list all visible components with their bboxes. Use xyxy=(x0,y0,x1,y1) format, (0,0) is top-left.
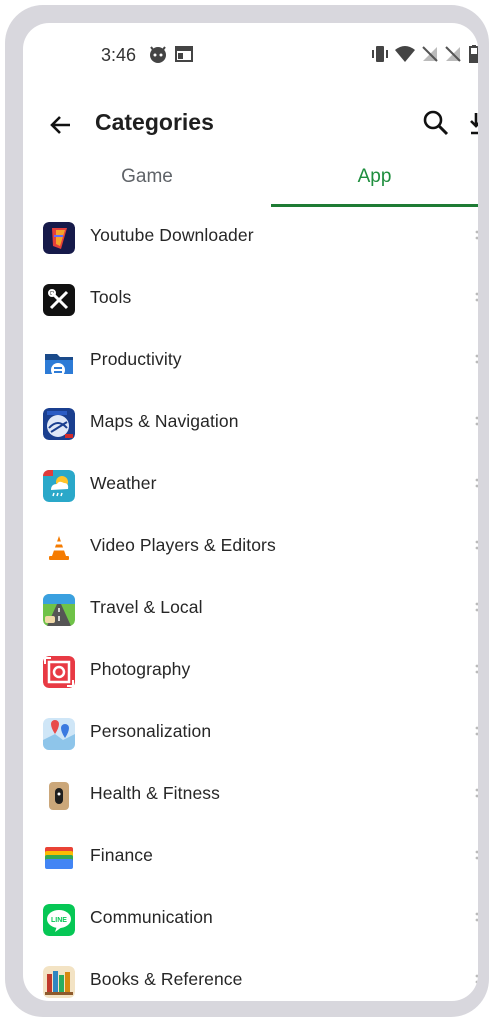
no-signal-icon xyxy=(422,46,438,62)
list-item-label: Video Players & Editors xyxy=(90,535,276,555)
list-item[interactable]: Productivity xyxy=(23,331,478,393)
list-item-label: Finance xyxy=(90,845,153,865)
search-button[interactable] xyxy=(421,107,451,139)
wallet-icon xyxy=(43,842,75,874)
list-item-label: Photography xyxy=(90,659,191,679)
list-item-label: Maps & Navigation xyxy=(90,411,239,431)
list-item[interactable]: Health & Fitness xyxy=(23,765,478,827)
more-icon xyxy=(475,478,478,488)
list-item-label: Weather xyxy=(90,473,157,493)
list-item[interactable]: Tools xyxy=(23,269,478,331)
more-icon xyxy=(475,912,478,922)
more-icon xyxy=(475,354,478,364)
more-icon xyxy=(475,540,478,550)
list-item-label: Youtube Downloader xyxy=(90,225,254,245)
back-button[interactable] xyxy=(43,107,79,143)
list-item[interactable]: LINE Communication xyxy=(23,889,478,951)
list-item-label: Productivity xyxy=(90,349,182,369)
app-bar: Categories xyxy=(23,89,478,165)
android-debug-icon xyxy=(150,46,166,63)
list-item-label: Communication xyxy=(90,907,213,927)
more-icon xyxy=(475,292,478,302)
more-icon xyxy=(475,602,478,612)
category-list: Youtube Downloader Tools Productivity Ma… xyxy=(23,207,478,1001)
download-icon[interactable] xyxy=(469,109,478,139)
list-item[interactable]: Photography xyxy=(23,641,478,703)
battery-icon xyxy=(469,45,478,63)
more-icon xyxy=(475,850,478,860)
list-item-label: Tools xyxy=(90,287,132,307)
vlc-cone-icon xyxy=(43,532,75,564)
europe-map-icon xyxy=(43,408,75,440)
status-time: 3:46 xyxy=(101,45,137,65)
camera-frame-icon xyxy=(43,656,75,688)
list-item[interactable]: Maps & Navigation xyxy=(23,393,478,455)
more-icon xyxy=(475,664,478,674)
list-item[interactable]: Weather xyxy=(23,455,478,517)
bookshelf-icon xyxy=(43,966,75,998)
svg-text:LINE: LINE xyxy=(51,917,67,924)
map-pins-icon xyxy=(43,718,75,750)
tab-app[interactable]: App xyxy=(271,165,478,207)
vibrate-icon xyxy=(372,46,388,62)
list-item-label: Personalization xyxy=(90,721,212,741)
tools-icon xyxy=(43,284,75,316)
page-title: Categories xyxy=(95,109,214,135)
no-signal-icon-2 xyxy=(445,46,461,62)
search-icon xyxy=(423,110,449,136)
more-icon xyxy=(475,788,478,798)
list-item-label: Books & Reference xyxy=(90,969,243,989)
list-item[interactable]: Books & Reference xyxy=(23,951,478,1001)
back-arrow-icon xyxy=(50,116,70,134)
device-frame: 3:46 Categories Game App Youtube Downloa… xyxy=(5,5,489,1017)
screen: 3:46 Categories Game App Youtube Downloa… xyxy=(23,23,478,1001)
list-item[interactable]: Video Players & Editors xyxy=(23,517,478,579)
category-tabs: Game App xyxy=(23,165,478,207)
list-item[interactable]: Travel & Local xyxy=(23,579,478,641)
more-icon xyxy=(475,726,478,736)
file-explorer-icon xyxy=(43,346,75,378)
tab-game[interactable]: Game xyxy=(23,165,271,207)
line-chat-icon: LINE xyxy=(43,904,75,936)
calendar-notification-icon xyxy=(175,46,193,62)
road-icon xyxy=(43,594,75,626)
more-icon xyxy=(475,974,478,984)
list-item[interactable]: Personalization xyxy=(23,703,478,765)
more-icon xyxy=(475,230,478,240)
youtube-downloader-icon xyxy=(43,222,75,254)
more-icon xyxy=(475,416,478,426)
list-item[interactable]: Finance xyxy=(23,827,478,889)
list-item[interactable]: Youtube Downloader xyxy=(23,207,478,269)
wifi-icon xyxy=(395,46,415,62)
weather-icon xyxy=(43,470,75,502)
list-item-label: Health & Fitness xyxy=(90,783,220,803)
list-item-label: Travel & Local xyxy=(90,597,203,617)
fitness-band-icon xyxy=(43,780,75,812)
status-bar: 3:46 xyxy=(23,23,478,89)
